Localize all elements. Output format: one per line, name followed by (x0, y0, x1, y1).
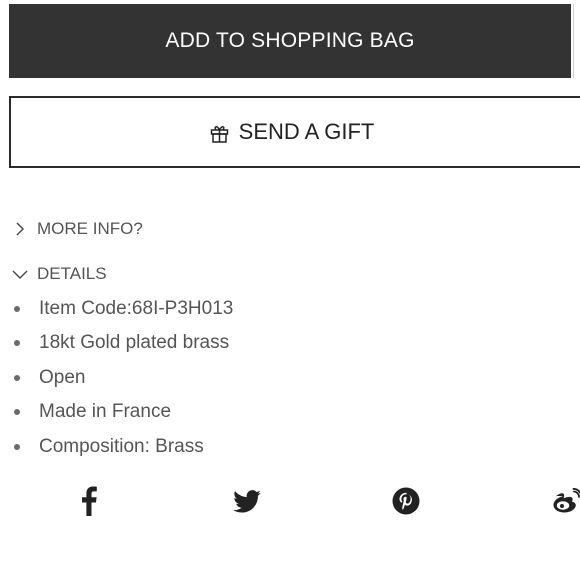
list-item: Item Code:68I-P3H013 (0, 294, 233, 328)
list-item: Made in France (0, 397, 233, 431)
send-a-gift-content: SEND A GIFT (210, 119, 375, 145)
details-label: DETAILS (37, 264, 107, 283)
bullet-icon (14, 340, 20, 347)
send-a-gift-label: SEND A GIFT (238, 119, 375, 144)
list-item: Composition: Brass (0, 432, 233, 466)
pinterest-share-button[interactable] (386, 484, 426, 518)
list-item-text: Made in France (39, 401, 172, 423)
add-to-shopping-bag-label: ADD TO SHOPPING BAG (165, 29, 415, 52)
more-info-toggle[interactable]: MORE INFO? (12, 219, 143, 239)
list-item: 18kt Gold plated brass (0, 328, 233, 362)
details-list: Item Code:68I-P3H013 18kt Gold plated br… (0, 294, 233, 466)
twitter-share-button[interactable] (227, 484, 267, 518)
weibo-icon (550, 488, 580, 514)
divider (573, 4, 574, 78)
list-item-text: Composition: Brass (39, 435, 204, 457)
bullet-icon (14, 409, 20, 416)
bullet-icon (14, 374, 20, 381)
facebook-icon (81, 486, 97, 516)
bullet-icon (14, 443, 20, 450)
details-toggle[interactable]: DETAILS (12, 264, 107, 284)
twitter-icon (233, 489, 261, 513)
gift-icon (210, 123, 229, 143)
list-item: Open (0, 363, 233, 397)
pinterest-icon (392, 487, 420, 515)
chevron-right-icon (12, 221, 28, 237)
chevron-down-icon (12, 266, 28, 282)
list-item-text: Open (39, 366, 86, 388)
list-item-text: Item Code:68I-P3H013 (39, 298, 234, 319)
facebook-share-button[interactable] (69, 484, 109, 518)
product-actions-panel: ADD TO SHOPPING BAG SEND A GIFT MORE INF… (0, 0, 580, 580)
send-a-gift-button[interactable]: SEND A GIFT (9, 96, 580, 168)
list-item-text: 18kt Gold plated brass (39, 332, 230, 354)
more-info-label: MORE INFO? (37, 219, 143, 238)
bullet-icon (14, 306, 20, 312)
weibo-share-button[interactable] (547, 484, 580, 518)
add-to-shopping-bag-button[interactable]: ADD TO SHOPPING BAG (9, 4, 571, 78)
